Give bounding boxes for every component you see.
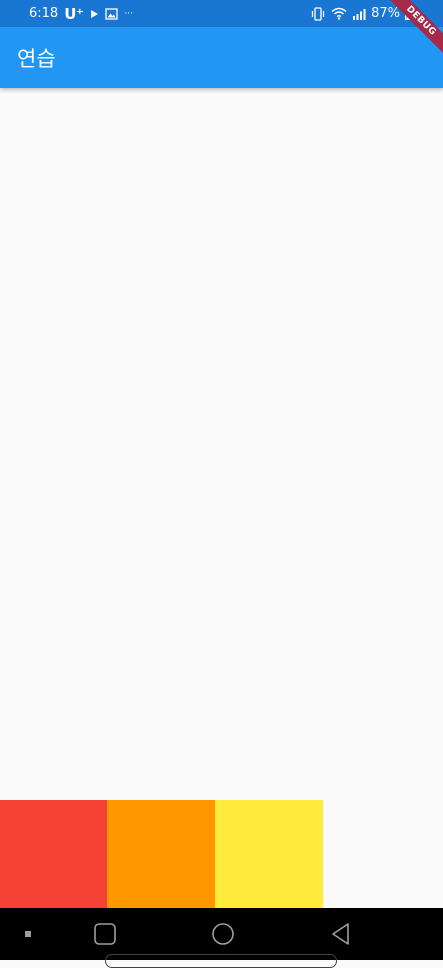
menu-dot-icon[interactable] xyxy=(18,908,38,960)
status-bar: 6:18 U⁺ ··· 87% xyxy=(0,0,443,27)
debug-ribbon-label: DEBUG xyxy=(383,0,443,60)
vibrate-icon xyxy=(310,6,326,21)
orange-box xyxy=(107,800,215,908)
red-box xyxy=(0,800,108,908)
gesture-handle xyxy=(105,954,337,968)
play-icon xyxy=(89,9,99,19)
yellow-box xyxy=(215,800,323,908)
wifi-icon xyxy=(331,7,347,20)
status-left: 6:18 U⁺ ··· xyxy=(29,5,133,23)
page-title: 연습 xyxy=(17,46,56,71)
navigation-bar xyxy=(0,908,443,960)
debug-banner: DEBUG xyxy=(383,0,443,60)
app-bar: 연습 xyxy=(0,27,443,88)
back-icon[interactable] xyxy=(320,908,362,960)
recents-icon[interactable] xyxy=(85,908,125,960)
more-dots-icon: ··· xyxy=(124,8,133,19)
carrier-label: U⁺ xyxy=(64,4,84,23)
image-icon xyxy=(105,7,118,20)
status-time: 6:18 xyxy=(29,6,59,21)
signal-icon xyxy=(352,8,366,20)
home-icon[interactable] xyxy=(202,908,244,960)
main-content xyxy=(0,88,443,908)
